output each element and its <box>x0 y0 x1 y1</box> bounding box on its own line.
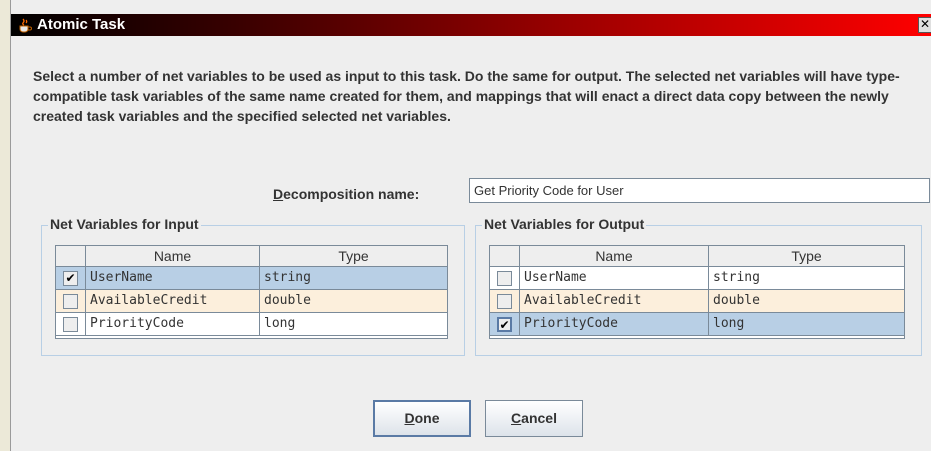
table-header: Name Type <box>490 246 904 267</box>
decomposition-name-label: Decomposition name: <box>273 186 419 202</box>
table-header: Name Type <box>56 246 447 267</box>
row-checkbox[interactable]: ✔ <box>497 316 512 332</box>
variable-name-cell[interactable]: UserName <box>520 267 709 290</box>
done-button[interactable]: Done <box>373 400 471 437</box>
table-row[interactable]: ✔ PriorityCode long <box>490 313 904 336</box>
variable-type-cell[interactable]: string <box>709 267 904 290</box>
window-title: Atomic Task <box>37 16 126 33</box>
row-checkbox[interactable]: ✔ <box>63 270 78 286</box>
cancel-button[interactable]: Cancel <box>485 400 583 437</box>
done-label: one <box>414 410 440 426</box>
input-group-title: Net Variables for Input <box>48 216 201 232</box>
checkbox-cell: ✔ <box>490 313 520 336</box>
table-row[interactable]: AvailableCredit double <box>490 290 904 313</box>
close-button[interactable]: ✕ <box>918 17 931 33</box>
table-row[interactable]: ✔ UserName string <box>56 267 447 290</box>
row-checkbox[interactable] <box>63 293 78 309</box>
variable-name-cell[interactable]: AvailableCredit <box>86 290 260 313</box>
java-cup-icon <box>19 18 32 33</box>
table-row[interactable]: PriorityCode long <box>56 313 447 336</box>
input-variables-table: Name Type ✔ UserName string AvailableCre… <box>55 245 448 339</box>
type-column-header[interactable]: Type <box>709 246 904 266</box>
variable-type-cell[interactable]: long <box>260 313 447 336</box>
instructions-text: Select a number of net variables to be u… <box>33 68 900 124</box>
decomposition-name-input[interactable] <box>469 178 930 203</box>
title-bar[interactable]: Atomic Task ✕ <box>11 14 931 36</box>
variable-name-cell[interactable]: UserName <box>86 267 260 290</box>
table-row[interactable]: UserName string <box>490 267 904 290</box>
decomposition-label-text: ecomposition name: <box>283 186 420 202</box>
variable-type-cell[interactable]: double <box>709 290 904 313</box>
variable-type-cell[interactable]: string <box>260 267 447 290</box>
output-variables-table: Name Type UserName string AvailableCredi… <box>489 245 905 339</box>
net-variables-output-group: Net Variables for Output Name Type UserN… <box>475 216 922 356</box>
checkbox-cell <box>490 267 520 290</box>
cancel-mnemonic: C <box>511 410 522 426</box>
checkbox-cell <box>56 290 86 313</box>
name-column-header[interactable]: Name <box>520 246 709 266</box>
variable-type-cell[interactable]: long <box>709 313 904 336</box>
checkbox-cell <box>490 290 520 313</box>
row-checkbox[interactable] <box>63 316 78 332</box>
checkbox-cell <box>56 313 86 336</box>
done-mnemonic: D <box>404 410 415 426</box>
output-group-title: Net Variables for Output <box>482 216 647 232</box>
type-column-header[interactable]: Type <box>260 246 447 266</box>
checkbox-cell: ✔ <box>56 267 86 290</box>
atomic-task-dialog: Atomic Task ✕ Select a number of net var… <box>10 0 931 451</box>
row-checkbox[interactable] <box>497 293 512 309</box>
variable-type-cell[interactable]: double <box>260 290 447 313</box>
variable-name-cell[interactable]: PriorityCode <box>86 313 260 336</box>
row-checkbox[interactable] <box>497 270 512 286</box>
name-column-header[interactable]: Name <box>86 246 260 266</box>
net-variables-input-group: Net Variables for Input Name Type ✔ User… <box>41 216 465 356</box>
close-icon: ✕ <box>919 17 931 31</box>
cancel-label: ancel <box>521 410 557 426</box>
variable-name-cell[interactable]: AvailableCredit <box>520 290 709 313</box>
table-row[interactable]: AvailableCredit double <box>56 290 447 313</box>
decomposition-label-mnemonic: D <box>273 186 284 202</box>
checkbox-column-header <box>56 246 86 266</box>
variable-name-cell[interactable]: PriorityCode <box>520 313 709 336</box>
checkbox-column-header <box>490 246 520 266</box>
